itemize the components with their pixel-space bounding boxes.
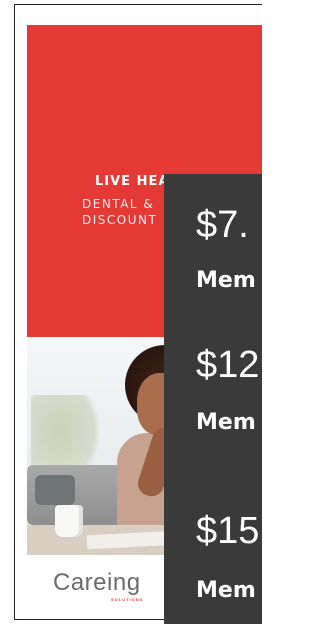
photo-mug bbox=[55, 505, 83, 537]
pricing-overlay: $7. Mem $12 Mem $15 Mem bbox=[164, 174, 262, 624]
photo-cushion bbox=[35, 475, 75, 505]
price-3: $15 bbox=[196, 510, 260, 552]
company-logo-sub: SOLUTIONS bbox=[111, 597, 144, 602]
price-1: $7. bbox=[196, 204, 249, 246]
member-label-3: Mem bbox=[196, 578, 256, 603]
member-label-2: Mem bbox=[196, 410, 256, 435]
member-label-1: Mem bbox=[196, 268, 256, 293]
price-2: $12 bbox=[196, 344, 260, 386]
company-logo: Careing bbox=[53, 569, 141, 596]
brochure-subline-1: DENTAL & bbox=[82, 197, 155, 211]
brochure-subline-2: DISCOUNT bbox=[82, 213, 158, 227]
